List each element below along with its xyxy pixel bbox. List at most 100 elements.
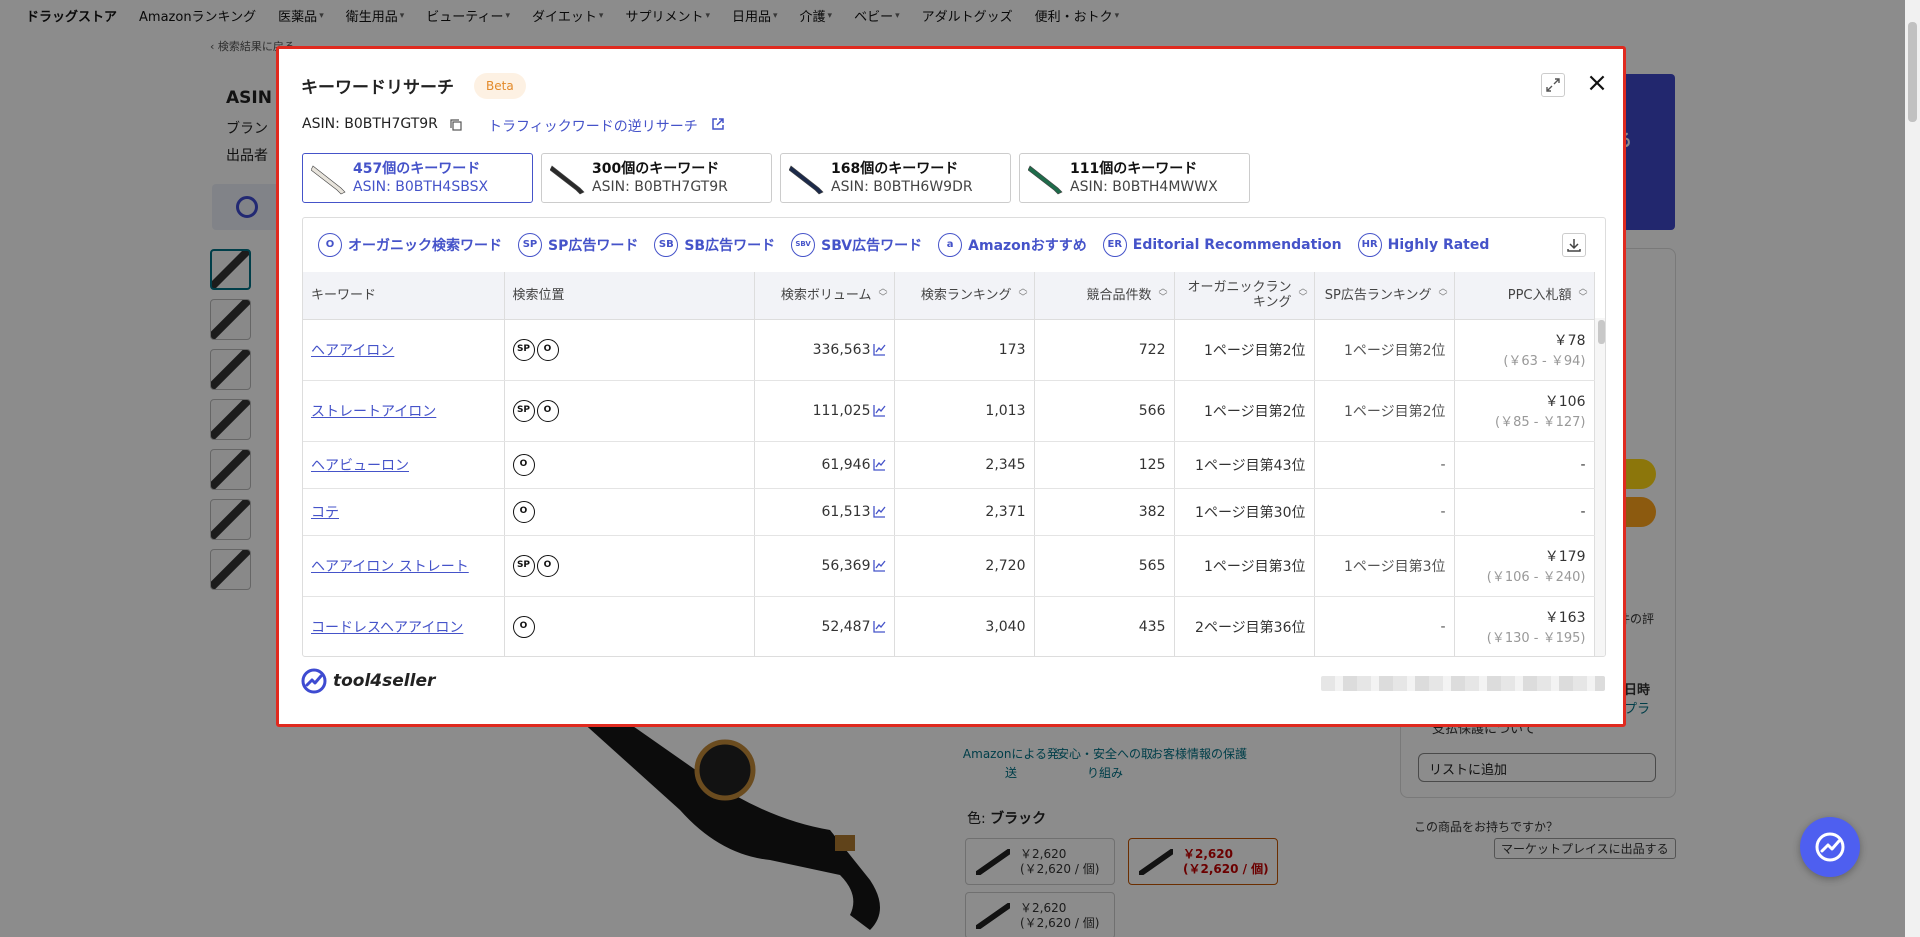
- ppc-bid-range: (￥106 - ￥240): [1486, 570, 1586, 585]
- keyword-link[interactable]: ヘアビューロン: [311, 458, 409, 474]
- column-header-competitors[interactable]: 競合品件数 ︿ ﹀: [1034, 272, 1175, 320]
- search-ranking-cell: 2,345: [894, 441, 1035, 489]
- sort-icon[interactable]: ︿ ﹀: [1578, 285, 1587, 303]
- filter-badge-icon: SP: [518, 233, 542, 257]
- table-header-row: キーワード 検索位置 検索ボリューム ︿ ﹀ 検索ランキング ︿ ﹀ 競合品件数 ︿ ﹀ オ…: [303, 272, 1595, 320]
- copy-icon[interactable]: [450, 119, 462, 131]
- search-volume-cell: 61,946: [754, 441, 895, 489]
- sort-icon[interactable]: ︿ ﹀: [1018, 285, 1027, 303]
- asin-card[interactable]: 457個のキーワード ASIN: B0BTH4SBSX: [302, 153, 533, 203]
- asin-card[interactable]: 111個のキーワード ASIN: B0BTH4MWWX: [1019, 153, 1250, 203]
- search-volume-cell: 56,369: [754, 535, 895, 597]
- table-scrollbar[interactable]: [1595, 318, 1605, 656]
- trend-chart-icon[interactable]: [872, 620, 886, 633]
- keyword-link[interactable]: コテ: [311, 505, 339, 521]
- ppc-bid-value: -: [1580, 503, 1586, 520]
- download-button[interactable]: [1562, 233, 1586, 257]
- filter-er[interactable]: ER Editorial Recommendation: [1102, 233, 1342, 257]
- keyword-cell: コテ: [303, 488, 505, 536]
- asin-value: B0BTH7GT9R: [344, 116, 438, 132]
- column-header-search-ranking[interactable]: 検索ランキング ︿ ﹀: [894, 272, 1035, 320]
- search-ranking-cell: 173: [894, 319, 1035, 381]
- page-scrollbar-thumb[interactable]: [1908, 22, 1917, 122]
- keyword-count: 168個のキーワード: [831, 161, 959, 177]
- keyword-research-modal: キーワードリサーチ Beta × ASIN: B0BTH7GT9R トラフィック…: [276, 46, 1626, 727]
- sp-ranking-cell: -: [1314, 441, 1455, 489]
- search-position-cell: O: [504, 488, 755, 536]
- sp-ranking-cell: 1ページ目第2位: [1314, 319, 1455, 381]
- search-ranking-cell: 2,371: [894, 488, 1035, 536]
- column-header-organic-ranking[interactable]: オーガニックランキング ︿ ﹀: [1174, 272, 1315, 320]
- filter-o[interactable]: O オーガニック検索ワード: [318, 233, 502, 257]
- trend-chart-icon[interactable]: [872, 343, 886, 356]
- filter-hr[interactable]: HR Highly Rated: [1357, 233, 1489, 257]
- keyword-link[interactable]: ストレートアイロン: [311, 404, 436, 420]
- competitors-cell: 125: [1034, 441, 1175, 489]
- search-ranking-cell: 1,013: [894, 380, 1035, 442]
- sort-icon[interactable]: ︿ ﹀: [1438, 285, 1447, 303]
- filter-sp[interactable]: SP SP広告ワード: [518, 233, 638, 257]
- search-ranking-cell: 3,040: [894, 596, 1035, 656]
- ppc-bid-cell: ￥106 (￥85 - ￥127): [1454, 380, 1595, 442]
- trend-chart-icon[interactable]: [872, 458, 886, 471]
- keyword-count: 300個のキーワード: [592, 161, 720, 177]
- search-volume-value: 56,369: [821, 557, 871, 574]
- external-link-icon[interactable]: [711, 117, 725, 131]
- search-volume-cell: 111,025: [754, 380, 895, 442]
- trend-chart-icon[interactable]: [872, 559, 886, 572]
- filter-label: SP広告ワード: [548, 238, 639, 254]
- asin-card[interactable]: 300個のキーワード ASIN: B0BTH7GT9R: [541, 153, 772, 203]
- ppc-bid-range: (￥130 - ￥195): [1486, 631, 1586, 646]
- column-header-sp-ranking[interactable]: SP広告ランキング ︿ ﹀: [1314, 272, 1455, 320]
- search-position-cell: SP O: [504, 319, 755, 381]
- competitors-cell: 722: [1034, 319, 1175, 381]
- column-header-search-volume[interactable]: 検索ボリューム ︿ ﹀: [754, 272, 895, 320]
- sort-icon[interactable]: ︿ ﹀: [878, 285, 887, 303]
- asin-variant-cards: 457個のキーワード ASIN: B0BTH4SBSX 300個のキーワード ASIN…: [302, 153, 1250, 203]
- keyword-count: 457個のキーワード: [353, 161, 481, 177]
- filter-sb[interactable]: SB SB広告ワード: [654, 233, 775, 257]
- close-icon: ×: [1586, 68, 1608, 98]
- ppc-bid-range: (￥63 - ￥94): [1503, 354, 1586, 369]
- card-asin: ASIN: B0BTH4SBSX: [353, 179, 489, 195]
- filter-label: SB広告ワード: [684, 238, 776, 254]
- tool4seller-logo: tool4seller: [301, 668, 435, 694]
- asin-card[interactable]: 168個のキーワード ASIN: B0BTH6W9DR: [780, 153, 1011, 203]
- filter-badge-icon: O: [318, 233, 342, 257]
- filter-label: SBV広告ワード: [821, 238, 923, 254]
- position-badge-o: O: [512, 500, 535, 523]
- reverse-research-link[interactable]: トラフィックワードの逆リサーチ: [488, 116, 698, 136]
- trend-chart-icon[interactable]: [872, 505, 886, 518]
- position-badge-sp: SP: [512, 338, 535, 361]
- search-position-cell: SP O: [504, 380, 755, 442]
- tool4seller-icon: [1815, 832, 1845, 862]
- modal-title: キーワードリサーチ: [301, 78, 454, 98]
- column-header-label: 検索ボリューム: [780, 287, 872, 303]
- keyword-link[interactable]: コードレスヘアアイロン: [311, 620, 463, 636]
- sort-icon[interactable]: ︿ ﹀: [1298, 285, 1307, 303]
- keyword-table: キーワード 検索位置 検索ボリューム ︿ ﹀ 検索ランキング ︿ ﹀ 競合品件数 ︿ ﹀ オ…: [303, 272, 1595, 656]
- keyword-link[interactable]: ヘアアイロン: [311, 343, 394, 359]
- tool4seller-float-button[interactable]: [1800, 817, 1860, 877]
- search-position-cell: O: [504, 441, 755, 489]
- page-scrollbar[interactable]: [1905, 0, 1920, 937]
- sort-icon[interactable]: ︿ ﹀: [1158, 285, 1167, 303]
- position-badge-sp: SP: [512, 399, 535, 422]
- trend-chart-icon[interactable]: [872, 404, 886, 417]
- search-volume-value: 336,563: [812, 341, 871, 358]
- filter-a[interactable]: a Amazonおすすめ: [938, 233, 1087, 257]
- table-row: ヘアアイロン ストレート SP O 56,369 2,720 565 1ページ目第3位 1ペー…: [303, 535, 1595, 597]
- product-thumbnail: [311, 165, 346, 195]
- expand-button[interactable]: [1541, 73, 1565, 97]
- keyword-table-container: O オーガニック検索ワード SP SP広告ワード SB SB広告ワード SBV SBV広告ワー…: [302, 217, 1606, 657]
- column-header-ppc-bid[interactable]: PPC入札額 ︿ ﹀: [1454, 272, 1595, 320]
- close-button[interactable]: ×: [1584, 68, 1610, 98]
- current-asin: ASIN: B0BTH7GT9R: [302, 116, 438, 132]
- asin-label: ASIN:: [302, 116, 340, 132]
- card-asin: ASIN: B0BTH4MWWX: [1070, 179, 1218, 195]
- filter-sbv[interactable]: SBV SBV広告ワード: [791, 233, 922, 257]
- ppc-bid-cell: -: [1454, 441, 1595, 489]
- column-header-label: 競合品件数: [1086, 287, 1152, 303]
- table-scrollbar-thumb[interactable]: [1598, 320, 1605, 344]
- keyword-link[interactable]: ヘアアイロン ストレート: [311, 559, 469, 575]
